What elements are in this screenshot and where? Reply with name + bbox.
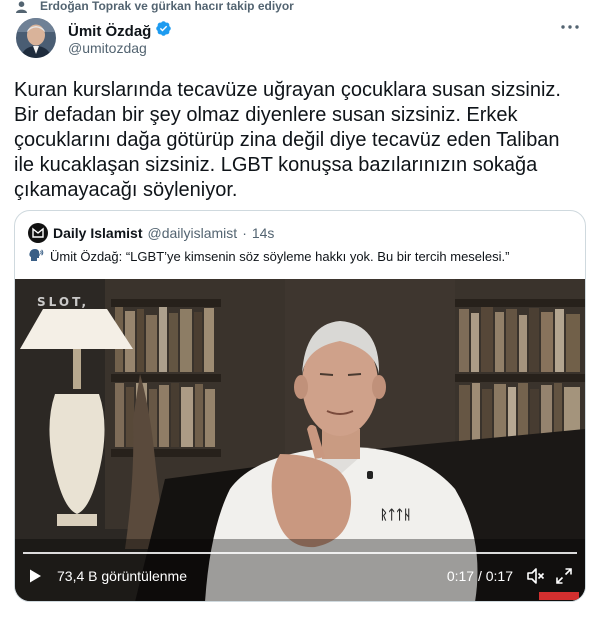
tweet-line: çocuklarını dağa götürüp zina değil diye… [14,129,560,151]
social-context[interactable]: Erdoğan Toprak ve gürkan hacır takip edi… [16,0,294,14]
quote-tweet-card[interactable]: Daily Islamist @dailyislamist · 14s Ümit… [14,210,586,602]
play-icon[interactable] [27,568,43,584]
quote-author-name[interactable]: Daily Islamist [53,225,143,241]
quote-avatar[interactable] [28,223,48,243]
quote-text-row: Ümit Özdağ: “LGBT’ye kimsenin söz söylem… [28,247,509,266]
fullscreen-icon[interactable] [555,567,573,585]
video-time: 0:17 / 0:17 [446,568,513,584]
speaking-head-icon [28,247,44,266]
author-avatar[interactable] [16,18,56,58]
verified-badge-icon [155,20,172,42]
author-name-row[interactable]: Ümit Özdağ [68,20,172,42]
tweet-line: çıkamayacağı söyleniyor. [14,179,238,201]
quote-timestamp[interactable]: 14s [252,225,275,241]
tweet-line: Kuran kurslarında tecavüze uğrayan çocuk… [14,79,561,101]
video-corner-tag [539,592,579,600]
video-player[interactable]: ᚱᛏᛏᚺ SLOT, 73,4 B görüntülenme 0:17 / 0:… [15,279,585,601]
video-controls: 73,4 B görüntülenme 0:17 / 0:17 [15,561,585,591]
quote-separator: · [242,225,247,241]
author-display-name[interactable]: Ümit Özdağ [68,23,151,40]
volume-muted-icon[interactable] [527,567,545,585]
shirt-text: ᚱᛏᛏᚺ [380,508,411,523]
tweet-line: ile kucaklaşan sizsiniz. LGBT konuşsa ba… [14,154,538,176]
social-context-text: Erdoğan Toprak ve gürkan hacır takip edi… [40,0,294,13]
tweet-text: Kuran kurslarında tecavüze uğrayan çocuk… [14,78,584,203]
quote-text: Ümit Özdağ: “LGBT’ye kimsenin söz söylem… [50,249,510,264]
view-count: 73,4 B görüntülenme [57,568,187,584]
quote-header: Daily Islamist @dailyislamist · 14s [28,223,274,243]
quote-author-handle[interactable]: @dailyislamist [148,225,238,241]
person-icon [16,0,32,14]
author-handle[interactable]: @umitozdag [68,40,147,56]
video-watermark: SLOT, [37,295,90,309]
tweet-line: Bir defadan bir şey olmaz diyenlere susa… [14,104,518,126]
more-options-icon[interactable] [559,18,581,36]
video-progress-bar[interactable] [23,552,577,554]
